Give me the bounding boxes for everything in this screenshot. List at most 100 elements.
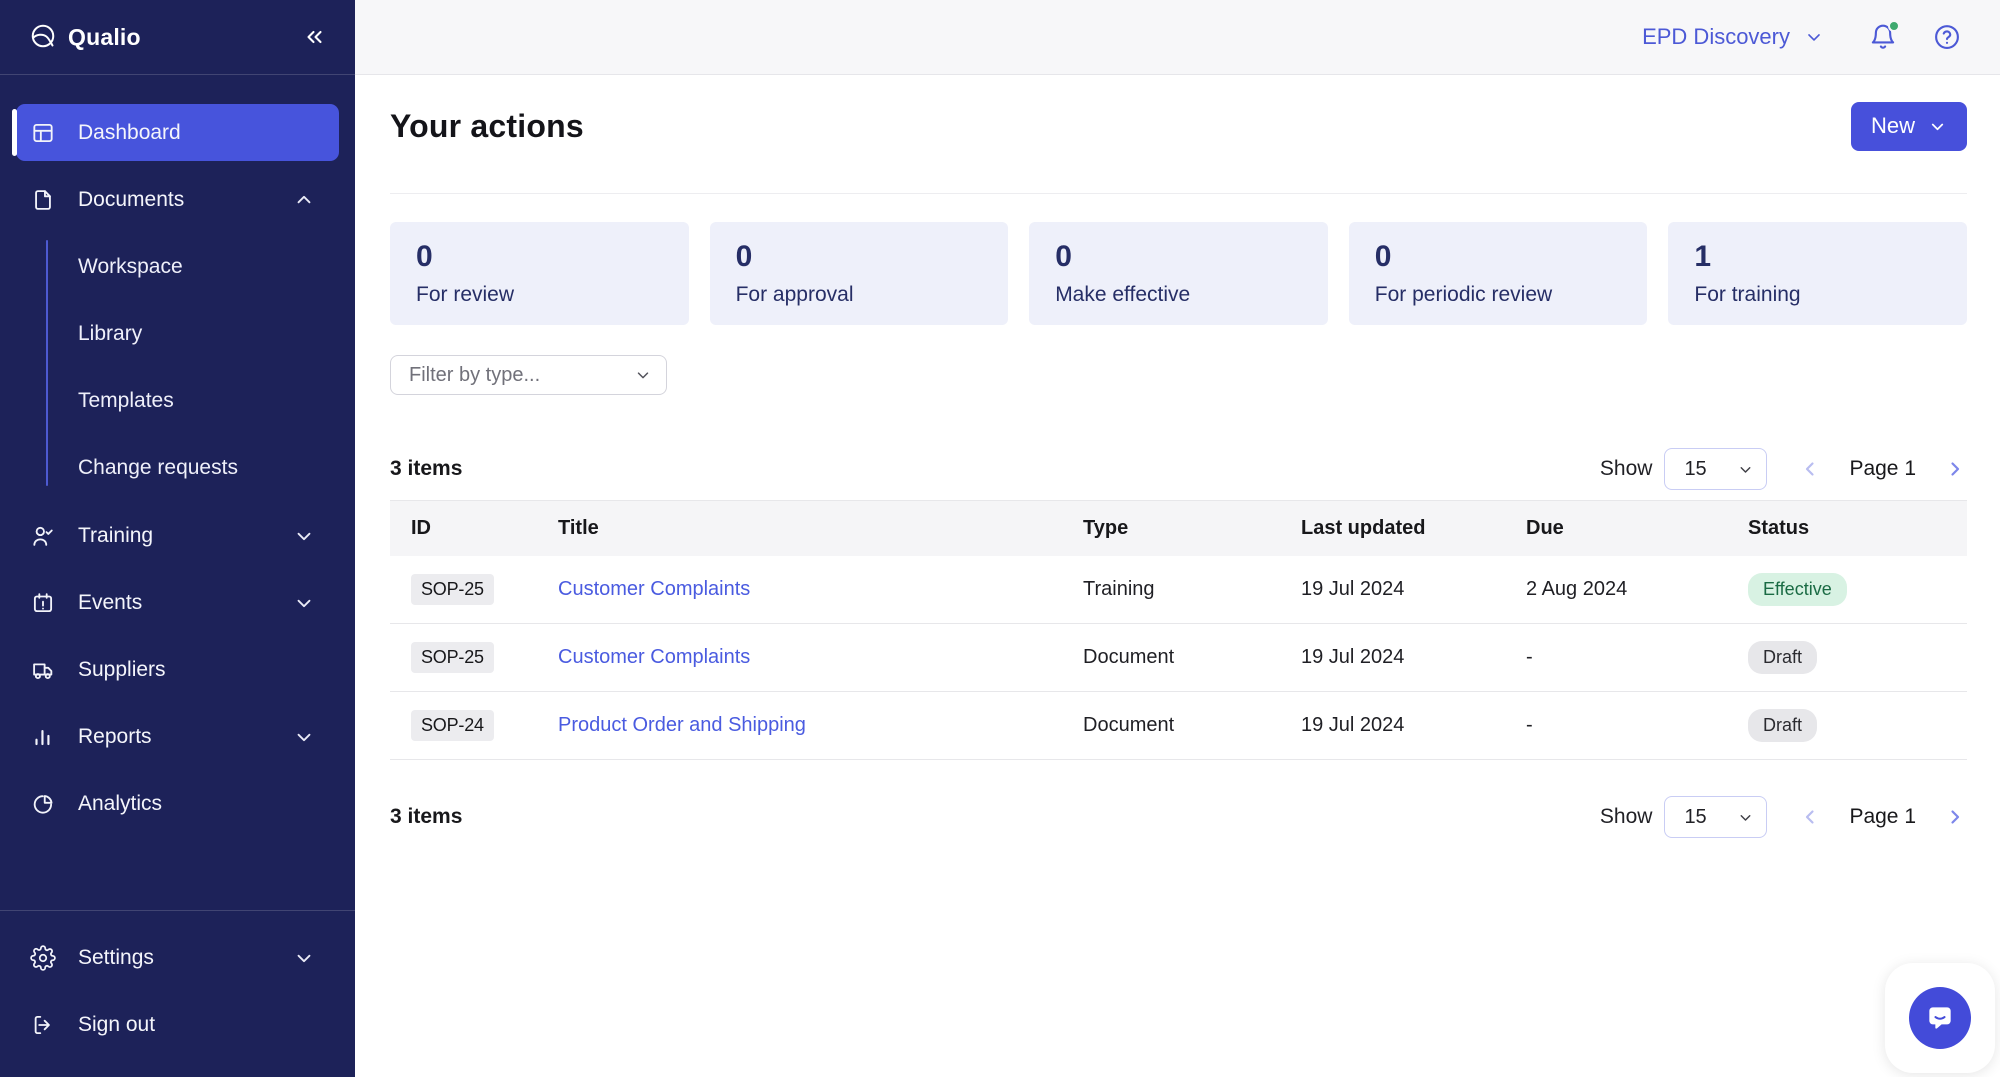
sidebar-item-label: Dashboard bbox=[78, 121, 315, 145]
show-label: Show bbox=[1600, 457, 1653, 481]
chevron-down-icon bbox=[1737, 461, 1754, 478]
help-button[interactable] bbox=[1932, 22, 1962, 52]
filter-by-type-select[interactable]: Filter by type... bbox=[390, 355, 667, 395]
chevrons-left-icon bbox=[302, 25, 326, 49]
truck-icon bbox=[30, 657, 56, 683]
qualio-logo-icon bbox=[28, 22, 58, 52]
workspace-switcher[interactable]: EPD Discovery bbox=[1642, 24, 1824, 50]
section-divider bbox=[390, 193, 1967, 194]
column-header-title: Title bbox=[558, 501, 1083, 556]
content: Your actions New 0 For review bbox=[355, 75, 2000, 1077]
sidebar-item-label: Documents bbox=[78, 188, 293, 212]
sidebar-item-dashboard[interactable]: Dashboard bbox=[16, 104, 339, 161]
last-updated-date: 19 Jul 2024 bbox=[1301, 692, 1526, 760]
document-type: Document bbox=[1083, 624, 1301, 692]
question-circle-icon bbox=[1932, 22, 1962, 52]
document-icon bbox=[30, 187, 56, 213]
sidebar-item-analytics[interactable]: Analytics bbox=[16, 775, 339, 832]
new-button-label: New bbox=[1871, 113, 1915, 139]
column-header-id: ID bbox=[390, 501, 558, 556]
prev-page-button[interactable] bbox=[1798, 805, 1822, 829]
stat-card-for-training: 1 For training bbox=[1668, 222, 1967, 325]
chevron-down-icon bbox=[1737, 809, 1754, 826]
chat-launcher-button[interactable] bbox=[1885, 963, 1995, 1073]
status-badge: Draft bbox=[1748, 641, 1817, 674]
stat-cards: 0 For review 0 For approval 0 Make effec… bbox=[390, 222, 1967, 325]
sidebar-item-label: Library bbox=[78, 322, 142, 346]
person-check-icon bbox=[30, 523, 56, 549]
chevron-down-icon bbox=[634, 366, 652, 384]
chevron-down-icon bbox=[1928, 117, 1947, 136]
column-header-status: Status bbox=[1748, 501, 1967, 556]
sidebar-item-sign-out[interactable]: Sign out bbox=[16, 996, 339, 1053]
stat-card-for-approval: 0 For approval bbox=[710, 222, 1009, 325]
sidebar-item-label: Workspace bbox=[78, 255, 183, 279]
filter-placeholder: Filter by type... bbox=[409, 364, 634, 387]
next-page-button[interactable] bbox=[1943, 805, 1967, 829]
list-toolbar-bottom: 3 items Show 15 bbox=[390, 796, 1967, 838]
page-indicator: Page 1 bbox=[1849, 805, 1916, 829]
column-header-type: Type bbox=[1083, 501, 1301, 556]
sidebar-item-templates[interactable]: Templates bbox=[16, 372, 339, 429]
topbar: EPD Discovery bbox=[355, 0, 2000, 75]
prev-page-button[interactable] bbox=[1798, 457, 1822, 481]
sidebar-item-label: Events bbox=[78, 591, 293, 615]
status-badge: Effective bbox=[1748, 573, 1847, 606]
actions-table: ID Title Type Last updated Due Status SO… bbox=[390, 500, 1967, 760]
page-size-select[interactable]: 15 bbox=[1664, 448, 1767, 490]
document-id-badge: SOP-24 bbox=[411, 710, 494, 741]
sidebar-nav: Dashboard Documents Work bbox=[0, 75, 355, 842]
new-button[interactable]: New bbox=[1851, 102, 1967, 151]
sidebar-item-reports[interactable]: Reports bbox=[16, 708, 339, 765]
stat-label: For review bbox=[416, 283, 689, 307]
document-type: Training bbox=[1083, 556, 1301, 624]
chevron-down-icon bbox=[293, 592, 315, 614]
stat-value: 0 bbox=[1055, 237, 1328, 277]
pie-chart-icon bbox=[30, 791, 56, 817]
chevron-left-icon bbox=[1798, 457, 1822, 481]
table-header: ID Title Type Last updated Due Status bbox=[390, 501, 1967, 556]
sidebar-item-label: Templates bbox=[78, 389, 174, 413]
items-count: 3 items bbox=[390, 805, 462, 829]
sidebar-item-settings[interactable]: Settings bbox=[16, 929, 339, 986]
sidebar-item-label: Sign out bbox=[78, 1013, 315, 1037]
stat-label: Make effective bbox=[1055, 283, 1328, 307]
next-page-button[interactable] bbox=[1943, 457, 1967, 481]
main-area: EPD Discovery bbox=[355, 0, 2000, 1077]
sidebar-item-training[interactable]: Training bbox=[16, 507, 339, 564]
table-row: SOP-24 Product Order and Shipping Docume… bbox=[390, 692, 1967, 760]
sidebar-item-documents[interactable]: Documents bbox=[16, 171, 339, 228]
sidebar-item-events[interactable]: Events bbox=[16, 574, 339, 631]
sidebar-footer: Settings Sign out bbox=[0, 910, 355, 1077]
app-window: Qualio Dashboard bbox=[0, 0, 2000, 1077]
sidebar-item-library[interactable]: Library bbox=[16, 305, 339, 362]
chevron-down-icon bbox=[293, 947, 315, 969]
stat-card-make-effective: 0 Make effective bbox=[1029, 222, 1328, 325]
document-type: Document bbox=[1083, 692, 1301, 760]
sidebar-spacer bbox=[0, 842, 355, 910]
sidebar-item-suppliers[interactable]: Suppliers bbox=[16, 641, 339, 698]
page-size-value: 15 bbox=[1684, 458, 1737, 481]
last-updated-date: 19 Jul 2024 bbox=[1301, 624, 1526, 692]
notifications-button[interactable] bbox=[1868, 22, 1898, 52]
sidebar-item-change-requests[interactable]: Change requests bbox=[16, 439, 339, 496]
stat-card-for-review: 0 For review bbox=[390, 222, 689, 325]
document-link[interactable]: Product Order and Shipping bbox=[558, 714, 806, 736]
collapse-sidebar-button[interactable] bbox=[299, 22, 329, 52]
sidebar-item-label: Suppliers bbox=[78, 658, 315, 682]
stat-value: 0 bbox=[416, 237, 689, 277]
sidebar-item-label: Settings bbox=[78, 946, 293, 970]
chevron-right-icon bbox=[1943, 805, 1967, 829]
due-date: - bbox=[1526, 692, 1748, 760]
due-date: - bbox=[1526, 624, 1748, 692]
chevron-down-icon bbox=[293, 525, 315, 547]
sidebar-item-workspace[interactable]: Workspace bbox=[16, 238, 339, 295]
sidebar-item-label: Reports bbox=[78, 725, 293, 749]
stat-card-for-periodic-review: 0 For periodic review bbox=[1349, 222, 1648, 325]
stat-label: For approval bbox=[736, 283, 1009, 307]
sidebar-item-label: Training bbox=[78, 524, 293, 548]
document-link[interactable]: Customer Complaints bbox=[558, 646, 750, 668]
document-link[interactable]: Customer Complaints bbox=[558, 578, 750, 600]
page-size-select[interactable]: 15 bbox=[1664, 796, 1767, 838]
workspace-name: EPD Discovery bbox=[1642, 24, 1790, 50]
